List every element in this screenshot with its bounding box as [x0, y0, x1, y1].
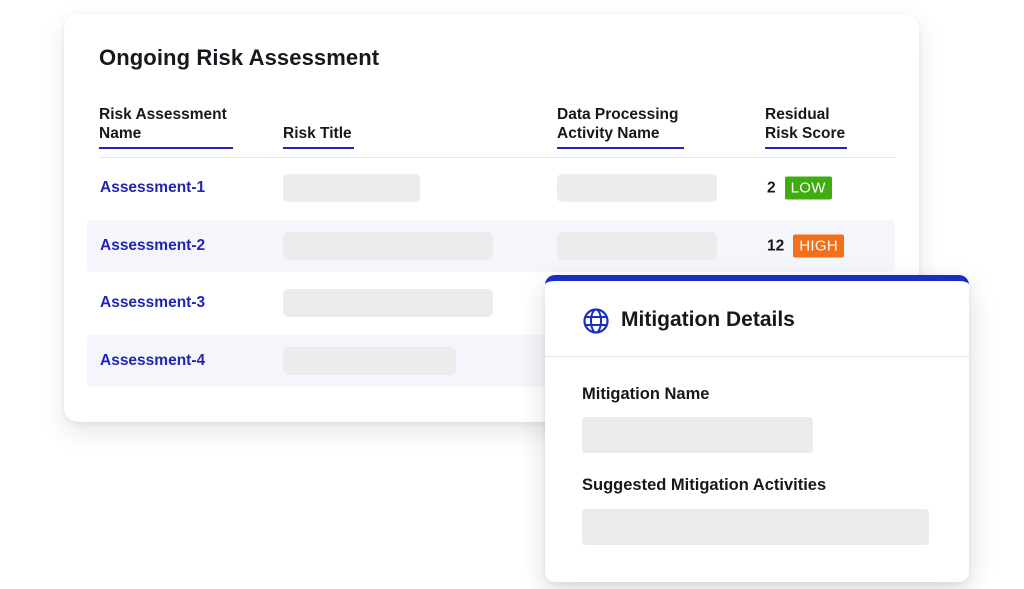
assessment-link[interactable]: Assessment-1: [100, 179, 205, 197]
residual-risk-score: 2 LOW: [767, 176, 832, 200]
risk-title-placeholder: [283, 232, 493, 260]
residual-risk-score: 12 HIGH: [767, 234, 844, 258]
data-processing-activity-placeholder: [557, 174, 717, 202]
score-value: 12: [767, 237, 785, 254]
mitigation-details-panel: Mitigation Details Mitigation Name Sugge…: [545, 275, 969, 582]
risk-level-badge: HIGH: [793, 234, 844, 258]
panel-header: Mitigation Details: [545, 281, 969, 357]
table-row: Assessment-1 2 LOW: [87, 162, 895, 214]
mitigation-name-field[interactable]: [582, 417, 813, 453]
column-header-residual-risk-score[interactable]: Residual Risk Score: [765, 105, 847, 149]
panel-title: Mitigation Details: [621, 308, 795, 331]
globe-icon: [583, 308, 609, 334]
suggested-activities-label: Suggested Mitigation Activities: [582, 476, 827, 494]
suggested-activities-field[interactable]: [582, 509, 929, 545]
mitigation-name-label: Mitigation Name: [582, 385, 710, 403]
column-header-data-processing-activity[interactable]: Data Processing Activity Name: [557, 105, 684, 149]
assessment-link[interactable]: Assessment-4: [100, 352, 205, 370]
data-processing-activity-placeholder: [557, 232, 717, 260]
card-title: Ongoing Risk Assessment: [99, 45, 380, 70]
risk-title-placeholder: [283, 289, 493, 317]
risk-title-placeholder: [283, 347, 456, 375]
header-divider: [99, 157, 896, 158]
column-header-risk-title[interactable]: Risk Title: [283, 124, 354, 149]
score-value: 2: [767, 179, 776, 196]
assessment-link[interactable]: Assessment-3: [100, 294, 205, 312]
column-header-name[interactable]: Risk Assessment Name: [99, 105, 233, 149]
assessment-link[interactable]: Assessment-2: [100, 237, 205, 255]
risk-title-placeholder: [283, 174, 420, 202]
risk-level-badge: LOW: [784, 176, 832, 200]
table-row: Assessment-2 12 HIGH: [87, 220, 895, 272]
